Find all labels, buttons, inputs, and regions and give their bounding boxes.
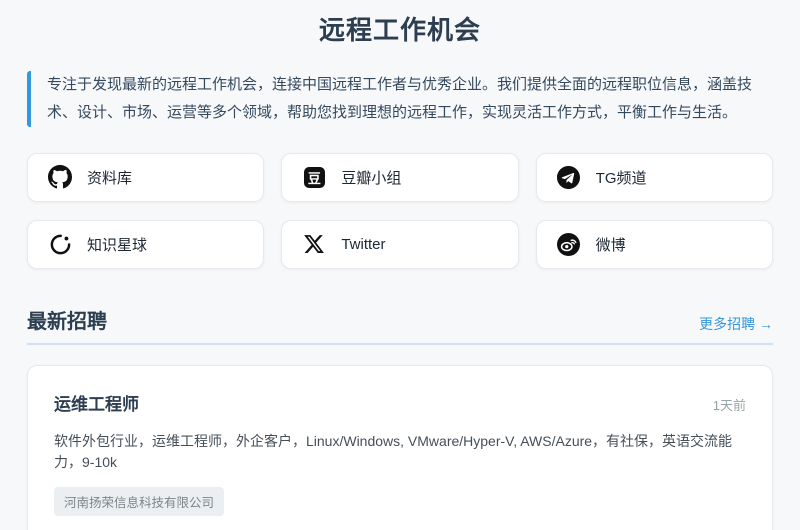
link-card-zsxq[interactable]: 知识星球 [27,219,265,269]
twitter-x-icon [302,232,326,256]
jobs-section-title: 最新招聘 [27,310,107,333]
job-title[interactable]: 运维工程师 [54,390,139,415]
job-list: 运维工程师 1天前 软件外包行业，运维工程师，外企客户，Linux/Window… [27,364,773,530]
telegram-icon [557,165,581,189]
link-card-weibo[interactable]: 微博 [535,219,773,269]
link-label: Twitter [341,235,386,253]
link-card-douban[interactable]: 豆 豆瓣小组 [281,152,519,202]
page-title: 远程工作机会 [318,15,481,45]
link-label: 微博 [595,236,626,254]
link-card-twitter[interactable]: Twitter [281,219,519,269]
github-icon [48,165,72,189]
link-card-github[interactable]: 资料库 [27,152,265,202]
job-card[interactable]: 运维工程师 1天前 软件外包行业，运维工程师，外企客户，Linux/Window… [27,364,773,530]
douban-icon: 豆 [302,165,326,189]
more-jobs-link[interactable]: 更多招聘 → [699,314,773,334]
job-head: 运维工程师 1天前 [54,390,746,415]
link-label: TG频道 [595,169,647,187]
links-grid: 资料库 豆 豆瓣小组 TG频道 知识星球 Twitter 微博 [27,152,773,269]
jobs-section-header: 最新招聘 更多招聘 → [27,305,773,345]
link-label: 豆瓣小组 [341,169,402,187]
job-date: 1天前 [712,397,746,413]
link-card-telegram[interactable]: TG频道 [535,152,773,202]
weibo-icon [557,232,581,256]
intro-text: 专注于发现最新的远程工作机会，连接中国远程工作者与优秀企业。我们提供全面的远程职… [27,71,773,127]
zsxq-icon [48,232,72,256]
job-company-tag: 河南扬荣信息科技有限公司 [54,486,225,516]
link-label: 资料库 [87,169,133,187]
job-description: 软件外包行业，运维工程师，外企客户，Linux/Windows, VMware/… [54,432,733,470]
page-container: 远程工作机会 专注于发现最新的远程工作机会，连接中国远程工作者与优秀企业。我们提… [0,0,800,530]
link-label: 知识星球 [87,236,148,254]
